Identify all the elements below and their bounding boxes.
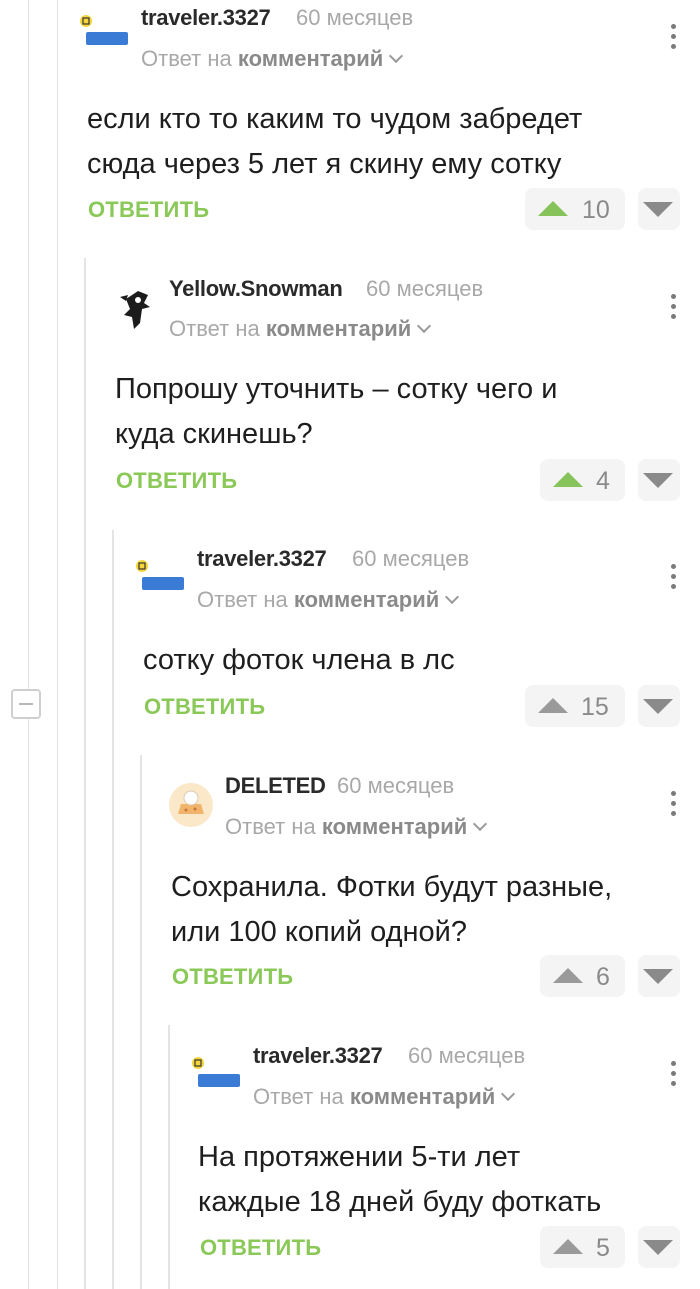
reply-prefix: Ответ на bbox=[253, 1084, 344, 1109]
upvote-arrow-icon bbox=[553, 1239, 583, 1254]
nest-line bbox=[140, 755, 142, 1289]
downvote-button[interactable] bbox=[638, 955, 680, 997]
bird-mask-avatar-icon bbox=[120, 291, 150, 329]
upvote-button[interactable]: 6 bbox=[540, 955, 625, 997]
vote-score: 10 bbox=[582, 196, 610, 224]
comment-text-line: сотку фоток члена в лс bbox=[143, 644, 455, 676]
vote-score: 5 bbox=[596, 1234, 610, 1262]
upvote-arrow-icon bbox=[553, 472, 583, 487]
badge-avatar-icon bbox=[136, 560, 184, 590]
downvote-arrow-icon bbox=[643, 699, 673, 714]
timestamp: 60 месяцев bbox=[366, 276, 484, 301]
username[interactable]: traveler.3327 bbox=[197, 546, 327, 572]
username[interactable]: traveler.3327 bbox=[253, 1043, 383, 1069]
downvote-button[interactable] bbox=[638, 188, 680, 230]
username[interactable]: DELETED bbox=[225, 773, 326, 799]
thread-guide-line bbox=[28, 0, 29, 1289]
comment-text: Сохранила. Фотки будут разные, или 100 к… bbox=[171, 865, 612, 955]
nest-line bbox=[168, 1025, 170, 1289]
badge-avatar-icon bbox=[192, 1057, 240, 1087]
more-options-icon[interactable] bbox=[670, 24, 678, 52]
reply-prefix: Ответ на bbox=[169, 316, 260, 341]
more-options-icon[interactable] bbox=[670, 564, 678, 592]
downvote-arrow-icon bbox=[643, 1240, 673, 1255]
collapse-thread-button[interactable] bbox=[11, 689, 41, 719]
upvote-button[interactable]: 10 bbox=[525, 188, 625, 230]
reply-button[interactable]: ОТВЕТИТЬ bbox=[116, 468, 237, 494]
comment-text-line: сюда через 5 лет я скину ему сотку bbox=[87, 148, 562, 180]
comment-text: Попрошу уточнить – сотку чего и куда ски… bbox=[115, 367, 557, 457]
chevron-down-icon bbox=[473, 816, 488, 832]
vote-score: 15 bbox=[581, 693, 609, 721]
thread-guide-line bbox=[57, 0, 58, 1289]
comment-text-line: На протяжении 5-ти лет bbox=[198, 1141, 521, 1173]
avatar bbox=[78, 10, 128, 58]
chevron-down-icon bbox=[417, 318, 432, 334]
downvote-button[interactable] bbox=[638, 685, 680, 727]
chevron-down-icon bbox=[389, 48, 404, 64]
avatar bbox=[190, 1052, 240, 1100]
upvote-arrow-icon bbox=[538, 698, 568, 713]
cake-avatar-icon bbox=[169, 783, 213, 827]
reply-button[interactable]: ОТВЕТИТЬ bbox=[144, 694, 265, 720]
upvote-button[interactable]: 15 bbox=[525, 685, 625, 727]
timestamp: 60 месяцев bbox=[352, 546, 470, 571]
upvote-arrow-icon bbox=[538, 201, 568, 216]
comment-text: сотку фоток члена в лс bbox=[143, 638, 455, 683]
timestamp: 60 месяцев bbox=[337, 773, 455, 798]
comment-text: если кто то каким то чудом забредет сюда… bbox=[87, 97, 582, 187]
reply-to-link[interactable]: Ответ на комментарий bbox=[169, 316, 432, 342]
upvote-button[interactable]: 5 bbox=[540, 1226, 625, 1268]
reply-to-link[interactable]: Ответ на комментарий bbox=[141, 46, 404, 72]
comment-text-line: Сохранила. Фотки будут разные, bbox=[171, 871, 613, 903]
nest-line bbox=[84, 258, 86, 1289]
downvote-arrow-icon bbox=[643, 969, 673, 984]
reply-target[interactable]: комментарий bbox=[238, 46, 383, 71]
reply-button[interactable]: ОТВЕТИТЬ bbox=[200, 1235, 321, 1261]
vote-score: 4 bbox=[596, 467, 610, 495]
upvote-button[interactable]: 4 bbox=[540, 459, 625, 501]
reply-prefix: Ответ на bbox=[141, 46, 232, 71]
downvote-button[interactable] bbox=[638, 459, 680, 501]
more-options-icon[interactable] bbox=[670, 791, 678, 819]
reply-target[interactable]: комментарий bbox=[322, 814, 467, 839]
reply-button[interactable]: ОТВЕТИТЬ bbox=[88, 197, 209, 223]
username[interactable]: Yellow.Snowman bbox=[169, 276, 343, 302]
reply-prefix: Ответ на bbox=[225, 814, 316, 839]
nest-line bbox=[112, 530, 114, 1289]
avatar bbox=[134, 555, 184, 603]
reply-target[interactable]: комментарий bbox=[266, 316, 411, 341]
comment-text-line: каждые 18 дней буду фоткать bbox=[198, 1186, 602, 1218]
comment-text-line: если кто то каким то чудом забредет bbox=[87, 103, 583, 135]
reply-to-link[interactable]: Ответ на комментарий bbox=[253, 1084, 516, 1110]
comment-text-line: куда скинешь? bbox=[115, 418, 313, 450]
comment-text-line: или 100 копий одной? bbox=[171, 916, 468, 948]
reply-target[interactable]: комментарий bbox=[294, 587, 439, 612]
downvote-arrow-icon bbox=[643, 473, 673, 488]
comment: traveler.3327 60 месяцев Ответ на коммен… bbox=[0, 0, 700, 1268]
reply-to-link[interactable]: Ответ на комментарий bbox=[225, 814, 488, 840]
reply-target[interactable]: комментарий bbox=[350, 1084, 495, 1109]
downvote-button[interactable] bbox=[638, 1226, 680, 1268]
comment-text-line: Попрошу уточнить – сотку чего и bbox=[115, 373, 558, 405]
avatar bbox=[116, 285, 164, 333]
more-options-icon[interactable] bbox=[670, 1061, 678, 1089]
chevron-down-icon bbox=[501, 1086, 516, 1102]
timestamp: 60 месяцев bbox=[408, 1043, 526, 1068]
avatar bbox=[168, 782, 216, 830]
vote-score: 6 bbox=[596, 963, 610, 991]
badge-avatar-icon bbox=[80, 15, 128, 45]
downvote-arrow-icon bbox=[643, 202, 673, 217]
reply-prefix: Ответ на bbox=[197, 587, 288, 612]
reply-button[interactable]: ОТВЕТИТЬ bbox=[172, 964, 293, 990]
upvote-arrow-icon bbox=[553, 968, 583, 983]
more-options-icon[interactable] bbox=[670, 294, 678, 322]
comment-text: На протяжении 5-ти лет каждые 18 дней бу… bbox=[198, 1135, 601, 1225]
chevron-down-icon bbox=[445, 589, 460, 605]
reply-to-link[interactable]: Ответ на комментарий bbox=[197, 587, 460, 613]
